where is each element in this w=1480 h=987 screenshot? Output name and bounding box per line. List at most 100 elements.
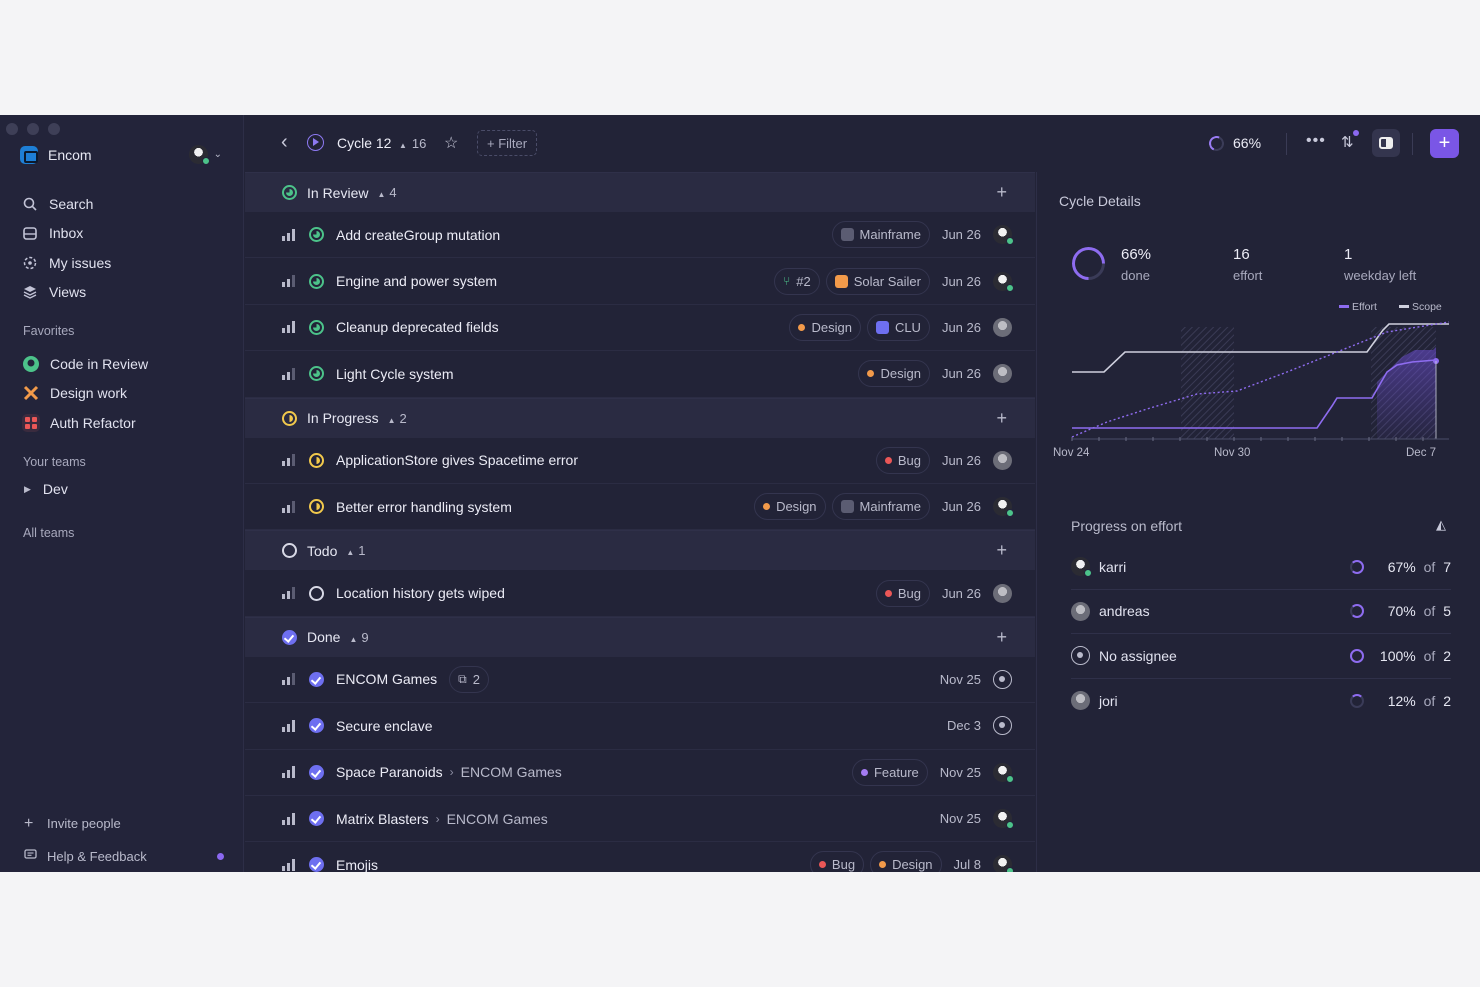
done-status-icon[interactable]: [309, 718, 324, 734]
priority-medium-icon[interactable]: [282, 587, 296, 600]
priority-high-icon[interactable]: [282, 228, 296, 241]
in-review-status-icon[interactable]: [309, 227, 324, 243]
group-header-in-progress[interactable]: In Progress ▲ 2 +: [245, 397, 1035, 438]
issue-row[interactable]: Emojis Bug Design Jul 8: [245, 842, 1035, 872]
priority-high-icon[interactable]: [282, 321, 296, 334]
minimize-window-button[interactable]: [27, 123, 39, 135]
in-review-status-icon[interactable]: [309, 366, 324, 382]
sidebar-item-search[interactable]: Search: [22, 189, 111, 219]
issue-row[interactable]: Cleanup deprecated fields Design CLU Jun…: [245, 305, 1035, 352]
assignee-row[interactable]: jori 12% of 2: [1071, 679, 1451, 724]
close-window-button[interactable]: [6, 123, 18, 135]
in-progress-status-icon[interactable]: [309, 452, 324, 468]
avatar[interactable]: [993, 497, 1014, 518]
add-issue-plus-icon[interactable]: +: [996, 408, 1007, 429]
favorite-design-work[interactable]: Design work: [22, 379, 148, 409]
in-review-status-icon[interactable]: [309, 319, 324, 335]
cycle-progress[interactable]: 66%: [1206, 133, 1261, 153]
avatar[interactable]: [993, 855, 1014, 872]
sidebar-item-inbox[interactable]: Inbox: [22, 219, 111, 249]
help-feedback-button[interactable]: Help & Feedback: [24, 840, 224, 872]
toggle-details-panel-button[interactable]: [1372, 129, 1400, 157]
priority-medium-icon[interactable]: [282, 673, 296, 686]
issue-row[interactable]: Better error handling system Design Main…: [245, 484, 1035, 531]
avatar[interactable]: [993, 364, 1012, 384]
done-status-icon[interactable]: [309, 811, 324, 827]
group-header-done[interactable]: Done ▲ 9 +: [245, 616, 1035, 657]
priority-medium-icon[interactable]: [282, 454, 296, 467]
priority-high-icon[interactable]: [282, 719, 296, 732]
assignee-row[interactable]: andreas 70% of 5: [1071, 590, 1451, 634]
assignee-progress: 67% of 7: [1388, 559, 1451, 575]
label-chip[interactable]: Feature: [851, 758, 928, 786]
parent-issue-link[interactable]: ENCOM Games: [447, 811, 548, 827]
priority-medium-icon[interactable]: [282, 500, 296, 513]
user-menu[interactable]: ⌄: [188, 145, 222, 165]
sidebar-item-my-issues[interactable]: My issues: [22, 248, 111, 278]
maximize-window-button[interactable]: [48, 123, 60, 135]
project-chip[interactable]: Mainframe: [831, 493, 930, 521]
done-status-icon[interactable]: [309, 857, 324, 872]
avatar[interactable]: [993, 809, 1014, 830]
issue-row[interactable]: Add createGroup mutation Mainframe Jun 2…: [245, 212, 1035, 259]
effort-triangle-icon[interactable]: ◭: [1436, 517, 1446, 533]
project-chip[interactable]: CLU: [866, 313, 930, 341]
all-teams-link[interactable]: All teams: [23, 526, 74, 540]
favorite-auth-refactor[interactable]: Auth Refactor: [22, 408, 148, 438]
add-issue-plus-icon[interactable]: +: [996, 540, 1007, 561]
avatar[interactable]: [993, 225, 1014, 246]
priority-high-icon[interactable]: [282, 766, 296, 779]
issue-row[interactable]: Space Paranoids › ENCOM Games Feature No…: [245, 750, 1035, 796]
priority-medium-icon[interactable]: [282, 275, 296, 288]
issue-row[interactable]: ENCOM Games ⧉ 2 Nov 25: [245, 657, 1035, 704]
done-status-icon[interactable]: [309, 764, 324, 780]
label-chip[interactable]: Design: [789, 313, 861, 341]
avatar[interactable]: [993, 317, 1012, 337]
avatar[interactable]: [993, 762, 1014, 783]
issue-row[interactable]: ApplicationStore gives Spacetime error B…: [245, 438, 1035, 484]
add-issue-plus-icon[interactable]: +: [996, 182, 1007, 203]
project-chip[interactable]: Solar Sailer: [825, 267, 930, 295]
group-header-in-review[interactable]: In Review ▲ 4 +: [245, 172, 1035, 212]
in-review-status-icon[interactable]: [309, 273, 324, 289]
group-header-todo[interactable]: Todo ▲ 1 +: [245, 530, 1035, 571]
sub-issues-chip[interactable]: ⧉ 2: [449, 665, 489, 693]
pull-request-chip[interactable]: ⑂ #2: [774, 267, 820, 295]
avatar[interactable]: [993, 583, 1012, 603]
workspace-switcher[interactable]: Encom ⌄: [20, 145, 230, 165]
label-chip[interactable]: Design: [754, 493, 826, 521]
in-progress-status-icon[interactable]: [309, 499, 324, 515]
avatar[interactable]: [993, 271, 1014, 292]
new-issue-button[interactable]: +: [1430, 129, 1459, 158]
unassigned-avatar-icon[interactable]: [993, 669, 1012, 689]
label-chip[interactable]: Bug: [809, 851, 865, 872]
display-options-icon[interactable]: ⇅: [1341, 130, 1359, 151]
assignee-row[interactable]: No assignee 100% of 2: [1071, 634, 1451, 679]
more-options-icon[interactable]: •••: [1306, 132, 1326, 150]
todo-status-icon[interactable]: [309, 585, 324, 601]
unassigned-avatar-icon[interactable]: [993, 716, 1012, 736]
done-status-icon[interactable]: [309, 671, 324, 687]
label-chip[interactable]: Design: [870, 851, 942, 872]
assignee-row[interactable]: karri 67% of 7: [1071, 545, 1451, 590]
invite-people-button[interactable]: + Invite people: [24, 807, 224, 840]
priority-high-icon[interactable]: [282, 858, 296, 871]
team-dev[interactable]: ▶ Dev: [24, 481, 68, 497]
priority-high-icon[interactable]: [282, 812, 296, 825]
issue-row[interactable]: Secure enclave Dec 3: [245, 703, 1035, 750]
favorite-code-in-review[interactable]: Code in Review: [22, 349, 148, 379]
issue-row[interactable]: Engine and power system ⑂ #2 Solar Sailer…: [245, 258, 1035, 305]
label-chip[interactable]: Bug: [875, 579, 930, 607]
priority-medium-icon[interactable]: [282, 367, 296, 380]
label-chip[interactable]: Bug: [875, 446, 930, 474]
issue-row[interactable]: Location history gets wiped Bug Jun 26: [245, 570, 1035, 617]
label-chip[interactable]: Design: [858, 360, 930, 388]
add-issue-plus-icon[interactable]: +: [996, 627, 1007, 648]
sidebar-item-views[interactable]: Views: [22, 278, 111, 308]
favorite-label: Design work: [50, 385, 128, 402]
issue-row[interactable]: Matrix Blasters › ENCOM Games Nov 25: [245, 796, 1035, 843]
project-chip[interactable]: Mainframe: [831, 221, 930, 249]
avatar[interactable]: [993, 450, 1012, 470]
parent-issue-link[interactable]: ENCOM Games: [461, 764, 562, 780]
issue-row[interactable]: Light Cycle system Design Jun 26: [245, 351, 1035, 398]
